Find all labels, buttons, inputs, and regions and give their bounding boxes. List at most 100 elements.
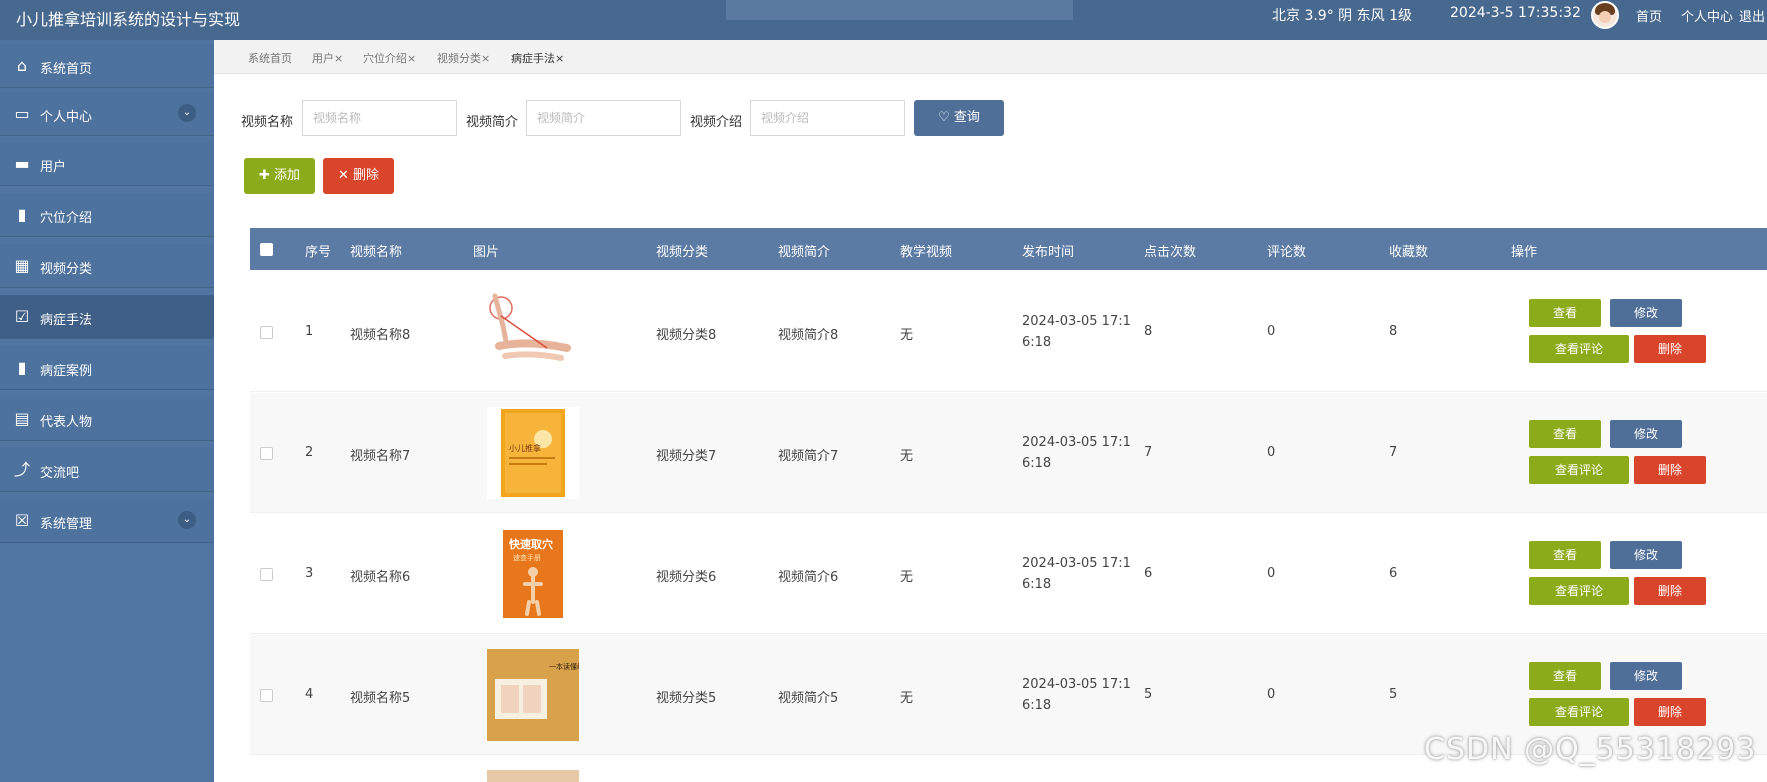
cell-time-cont: 6:18 [1022, 335, 1052, 350]
row-checkbox[interactable] [260, 689, 273, 702]
top-bar: 小儿推拿培训系统的设计与实现 北京 3.9° 阴 东风 1级 2024-3-5 … [0, 0, 1767, 40]
cell-time-cont: 6:18 [1022, 698, 1052, 713]
line-chart-icon: ⤴ [13, 460, 30, 479]
col-comments: 评论数 [1267, 245, 1307, 260]
col-clicks: 点击次数 [1144, 245, 1197, 260]
sidebar-item-video-categories[interactable]: ▦ 视频分类 [0, 244, 214, 288]
sidebar-item-acupoints[interactable]: ▮ 穴位介绍 [0, 193, 214, 237]
add-button[interactable]: ✚ 添加 [244, 158, 315, 194]
cell-intro: 视频简介8 [778, 328, 839, 343]
cell-category: 视频分类7 [656, 449, 717, 464]
row-image: 快速取穴 速查手册 [487, 528, 579, 620]
tab-users[interactable]: 用户× [312, 50, 343, 66]
sidebar-item-system[interactable]: ☒ 系统管理 ⌄ [0, 499, 214, 543]
chevron-down-icon[interactable]: ⌄ [178, 511, 196, 529]
delete-button[interactable]: 删除 [1634, 456, 1706, 484]
cell-clicks: 7 [1144, 445, 1153, 460]
edit-button[interactable]: 修改 [1610, 420, 1682, 448]
sidebar-item-forum[interactable]: ⤴ 交流吧 [0, 448, 214, 492]
nav-logout[interactable]: 退出 [1739, 6, 1765, 25]
nav-home[interactable]: 首页 [1636, 6, 1662, 25]
sidebar-item-label: 病症手法 [40, 313, 93, 328]
book-title: 快速取穴 [508, 537, 553, 551]
sidebar-item-users[interactable]: ▬ 用户 [0, 142, 214, 186]
cell-time: 2024-03-05 17:1 [1022, 556, 1131, 571]
cell-no: 3 [305, 566, 314, 581]
edit-button[interactable]: 修改 [1610, 299, 1682, 327]
sidebar-item-label: 穴位介绍 [40, 211, 93, 226]
cell-comments: 0 [1267, 324, 1276, 339]
cell-intro: 视频简介7 [778, 449, 839, 464]
tab-home[interactable]: 系统首页 [248, 50, 292, 66]
search-label-name: 视频名称 [241, 115, 294, 130]
current-datetime: 2024-3-5 17:35:32 [1450, 5, 1581, 21]
sidebar-item-home[interactable]: ⌂ 系统首页 [0, 44, 214, 88]
tab-acupoints[interactable]: 穴位介绍× [363, 50, 416, 66]
cell-no: 4 [305, 687, 314, 702]
tab-techniques[interactable]: 病症手法× [511, 50, 564, 66]
nav-profile[interactable]: 个人中心 [1681, 6, 1733, 25]
video-desc-input[interactable] [750, 100, 905, 136]
sidebar: ⌂ 系统首页 ▭ 个人中心 ⌄ ▬ 用户 ▮ 穴位介绍 ▦ 视频分类 ☑ 病症手… [0, 40, 214, 782]
bar-chart-icon: ▮ [17, 358, 27, 377]
row-checkbox[interactable] [260, 326, 273, 339]
sidebar-item-label: 系统管理 [40, 517, 93, 532]
search-label-desc: 视频介绍 [690, 115, 743, 130]
cell-time-cont: 6:18 [1022, 456, 1052, 471]
video-name-input[interactable] [302, 100, 457, 136]
delete-button[interactable]: 删除 [1634, 577, 1706, 605]
sidebar-item-label: 个人中心 [40, 110, 93, 125]
view-button[interactable]: 查看 [1529, 541, 1601, 569]
cell-time-cont: 6:18 [1022, 577, 1052, 592]
table-row: 3 视频名称6 快速取穴 速查手册 视频分类6 视频简介6 无 2024-03-… [250, 514, 1767, 634]
table-row: 2 视频名称7 小儿推拿 视频分类7 视频简介7 无 2024-03-05 17… [250, 393, 1767, 513]
select-all-checkbox[interactable] [260, 243, 273, 256]
avatar[interactable] [1591, 1, 1619, 29]
delete-button[interactable]: 删除 [1634, 698, 1706, 726]
cell-time: 2024-03-05 17:1 [1022, 435, 1131, 450]
video-intro-input[interactable] [526, 100, 681, 136]
delete-button[interactable]: 删除 [1634, 335, 1706, 363]
cell-time: 2024-03-05 17:1 [1022, 314, 1131, 329]
chevron-down-icon[interactable]: ⌄ [178, 104, 196, 122]
view-button[interactable]: 查看 [1529, 662, 1601, 690]
cell-no: 2 [305, 445, 314, 460]
batch-delete-button[interactable]: ✕ 删除 [323, 158, 394, 194]
view-button[interactable]: 查看 [1529, 299, 1601, 327]
sidebar-item-figures[interactable]: ▤ 代表人物 [0, 397, 214, 441]
cell-name: 视频名称5 [350, 691, 411, 706]
tab-video-categories[interactable]: 视频分类× [437, 50, 490, 66]
row-checkbox[interactable] [260, 447, 273, 460]
cell-video: 无 [900, 328, 914, 343]
cell-clicks: 8 [1144, 324, 1153, 339]
edit-button[interactable]: 修改 [1610, 662, 1682, 690]
col-favs: 收藏数 [1389, 245, 1429, 260]
query-button[interactable]: ♡ 查询 [914, 100, 1004, 136]
weather-info: 北京 3.9° 阴 东风 1级 [1272, 8, 1412, 24]
cell-video: 无 [900, 691, 914, 706]
col-actions: 操作 [1511, 245, 1538, 260]
view-comments-button[interactable]: 查看评论 [1529, 698, 1629, 726]
cell-intro: 视频简介5 [778, 691, 839, 706]
home-icon: ⌂ [16, 56, 28, 75]
search-label-intro: 视频简介 [466, 115, 519, 130]
search-form: 视频名称 视频简介 视频介绍 ♡ 查询 [214, 100, 1114, 140]
settings-box-icon: ☒ [14, 511, 30, 530]
cell-category: 视频分类6 [656, 570, 717, 585]
book-subtitle: 速查手册 [513, 553, 541, 562]
col-category: 视频分类 [656, 245, 709, 260]
sidebar-item-profile[interactable]: ▭ 个人中心 ⌄ [0, 92, 214, 136]
sidebar-item-techniques[interactable]: ☑ 病症手法 [0, 295, 214, 339]
edit-button[interactable]: 修改 [1610, 541, 1682, 569]
cell-comments: 0 [1267, 566, 1276, 581]
row-checkbox[interactable] [260, 568, 273, 581]
view-comments-button[interactable]: 查看评论 [1529, 577, 1629, 605]
view-comments-button[interactable]: 查看评论 [1529, 456, 1629, 484]
sidebar-item-cases[interactable]: ▮ 病症案例 [0, 346, 214, 390]
view-button[interactable]: 查看 [1529, 420, 1601, 448]
clipboard-icon: ▤ [14, 409, 30, 428]
view-comments-button[interactable]: 查看评论 [1529, 335, 1629, 363]
app-title: 小儿推拿培训系统的设计与实现 [16, 10, 241, 29]
cell-no: 1 [305, 324, 314, 339]
table-header: 序号 视频名称 图片 视频分类 视频简介 教学视频 发布时间 点击次数 评论数 … [250, 228, 1767, 270]
